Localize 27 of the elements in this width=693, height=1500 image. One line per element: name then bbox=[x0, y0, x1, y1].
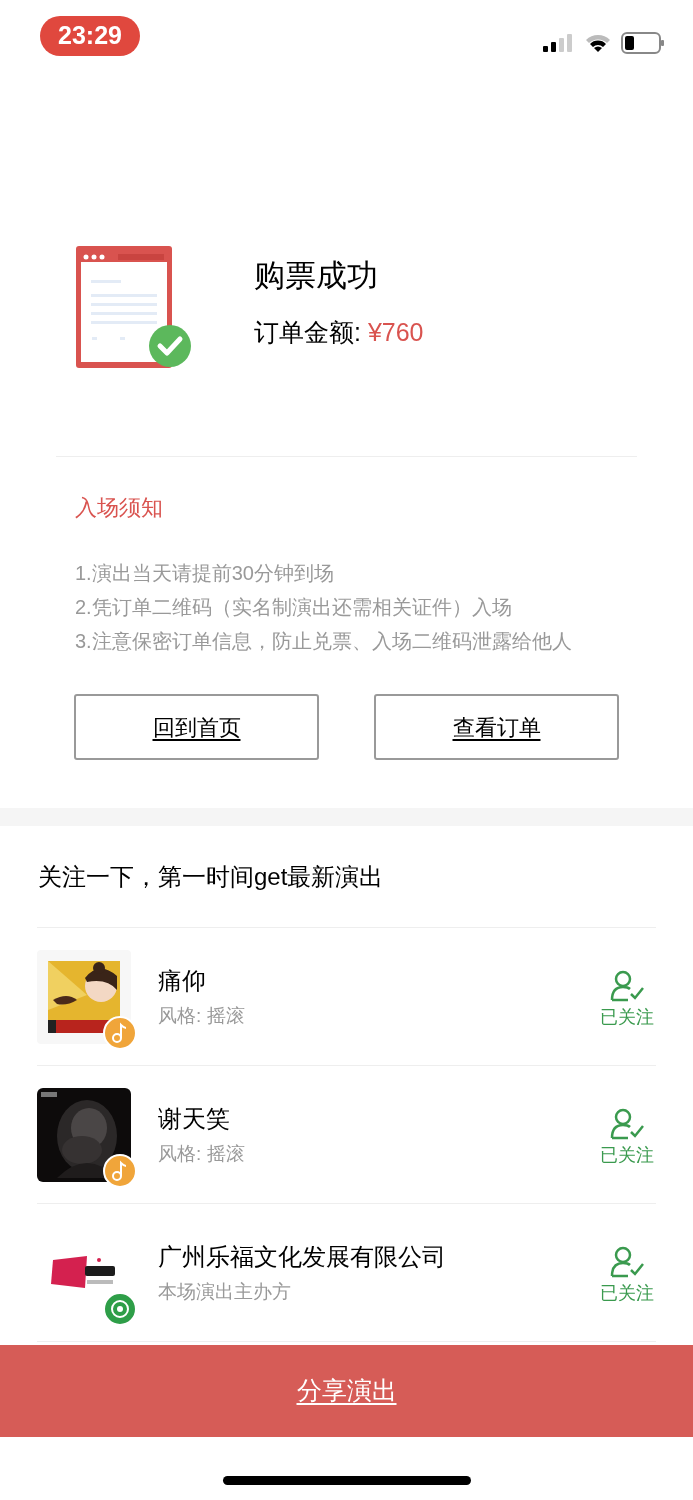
notice-line: 2.凭订单二维码（实名制演出还需相关证件）入场 bbox=[75, 595, 513, 620]
item-name: 广州乐福文化发展有限公司 bbox=[158, 1241, 447, 1272]
result-title: 购票成功 bbox=[254, 257, 379, 295]
signal-icon bbox=[543, 33, 575, 53]
battery-icon bbox=[621, 32, 665, 54]
order-amount: 订单金额: ¥760 bbox=[254, 317, 424, 347]
item-name: 痛仰 bbox=[158, 965, 207, 996]
share-button[interactable]: 分享演出 bbox=[0, 1345, 693, 1437]
item-subtitle: 本场演出主办方 bbox=[158, 1279, 292, 1304]
home-button[interactable]: 回到首页 bbox=[74, 694, 319, 760]
item-subtitle: 风格: 摇滚 bbox=[158, 1141, 246, 1166]
wifi-icon bbox=[585, 33, 611, 53]
receipt-check-icon bbox=[76, 246, 192, 370]
notice-line: 3.注意保密订单信息，防止兑票、入场二维码泄露给他人 bbox=[75, 629, 573, 654]
notice-line: 1.演出当天请提前30分钟到场 bbox=[75, 561, 335, 586]
item-name: 谢天笑 bbox=[158, 1103, 231, 1134]
section-title: 关注一下，第一时间get最新演出 bbox=[38, 862, 385, 892]
status-time: 23:29 bbox=[40, 16, 140, 56]
item-subtitle: 风格: 摇滚 bbox=[158, 1003, 246, 1028]
music-note-icon bbox=[103, 1153, 137, 1188]
follow-status[interactable]: 已关注 bbox=[600, 1141, 654, 1168]
view-order-button[interactable]: 查看订单 bbox=[374, 694, 619, 760]
notice-title: 入场须知 bbox=[75, 494, 164, 522]
disc-icon bbox=[103, 1291, 137, 1326]
music-note-icon bbox=[103, 1015, 137, 1050]
follow-status[interactable]: 已关注 bbox=[600, 1279, 654, 1306]
follow-status[interactable]: 已关注 bbox=[600, 1003, 654, 1030]
